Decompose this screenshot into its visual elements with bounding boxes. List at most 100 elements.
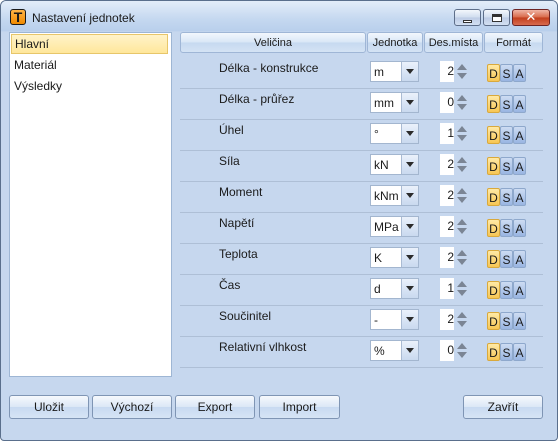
spin-down-icon[interactable]: [457, 103, 467, 111]
chevron-down-icon[interactable]: [401, 341, 418, 360]
format-d-button[interactable]: D: [487, 250, 500, 268]
format-d-button[interactable]: D: [487, 126, 500, 144]
close-window-button[interactable]: ✕: [512, 9, 550, 26]
quantity-label: Teplota: [219, 247, 258, 261]
chevron-down-icon[interactable]: [401, 62, 418, 81]
format-a-button[interactable]: A: [513, 312, 526, 330]
spin-down-icon[interactable]: [457, 289, 467, 297]
unit-select[interactable]: MPa: [370, 216, 419, 237]
chevron-down-icon[interactable]: [401, 124, 418, 143]
format-d-button[interactable]: D: [487, 64, 500, 82]
spin-up-icon[interactable]: [457, 63, 467, 71]
format-d-button[interactable]: D: [487, 188, 500, 206]
unit-select[interactable]: mm: [370, 92, 419, 113]
decimals-value[interactable]: 2: [440, 309, 454, 330]
save-button[interactable]: Uložit: [9, 395, 89, 419]
format-a-button[interactable]: A: [513, 188, 526, 206]
unit-select[interactable]: °: [370, 123, 419, 144]
spin-up-icon[interactable]: [457, 187, 467, 195]
decimals-value[interactable]: 2: [440, 61, 454, 82]
chevron-down-icon[interactable]: [401, 279, 418, 298]
spin-down-icon[interactable]: [457, 351, 467, 359]
export-button[interactable]: Export: [175, 395, 255, 419]
format-s-button[interactable]: S: [500, 281, 513, 299]
format-d-button[interactable]: D: [487, 157, 500, 175]
spin-down-icon[interactable]: [457, 320, 467, 328]
unit-select[interactable]: K: [370, 247, 419, 268]
format-a-button[interactable]: A: [513, 281, 526, 299]
spin-up-icon[interactable]: [457, 125, 467, 133]
title-bar[interactable]: T Nastavení jednotek ✕: [1, 1, 557, 31]
unit-select[interactable]: d: [370, 278, 419, 299]
sidebar-item-0[interactable]: Hlavní: [11, 34, 168, 54]
spin-down-icon[interactable]: [457, 165, 467, 173]
unit-select[interactable]: kNm: [370, 185, 419, 206]
format-a-button[interactable]: A: [513, 219, 526, 237]
spin-up-icon[interactable]: [457, 280, 467, 288]
decimals-value[interactable]: 1: [440, 123, 454, 144]
chevron-down-icon[interactable]: [401, 93, 418, 112]
unit-value: kN: [374, 158, 389, 172]
format-d-button[interactable]: D: [487, 343, 500, 361]
sidebar-item-2[interactable]: Výsledky: [10, 76, 171, 96]
spin-up-icon[interactable]: [457, 156, 467, 164]
decimals-value[interactable]: 2: [440, 154, 454, 175]
format-s-button[interactable]: S: [500, 312, 513, 330]
column-header-unit[interactable]: Jednotka: [367, 32, 423, 53]
format-s-button[interactable]: S: [500, 250, 513, 268]
chevron-down-icon[interactable]: [401, 248, 418, 267]
spin-up-icon[interactable]: [457, 342, 467, 350]
format-s-button[interactable]: S: [500, 95, 513, 113]
minimize-button[interactable]: [454, 9, 481, 26]
chevron-down-icon[interactable]: [401, 155, 418, 174]
unit-select[interactable]: %: [370, 340, 419, 361]
close-button[interactable]: Zavřít: [463, 395, 543, 419]
spin-down-icon[interactable]: [457, 258, 467, 266]
spin-up-icon[interactable]: [457, 311, 467, 319]
import-button[interactable]: Import: [259, 395, 340, 419]
decimals-value[interactable]: 2: [440, 247, 454, 268]
format-s-button[interactable]: S: [500, 64, 513, 82]
format-s-button[interactable]: S: [500, 219, 513, 237]
format-d-button[interactable]: D: [487, 312, 500, 330]
sidebar-item-1[interactable]: Materiál: [10, 55, 171, 75]
column-header-quantity[interactable]: Veličina: [180, 32, 366, 53]
format-s-button[interactable]: S: [500, 126, 513, 144]
format-s-button[interactable]: S: [500, 157, 513, 175]
column-header-format[interactable]: Formát: [484, 32, 543, 53]
maximize-button[interactable]: [483, 9, 510, 26]
quantity-label: Relativní vlhkost: [219, 340, 307, 354]
format-d-button[interactable]: D: [487, 219, 500, 237]
spin-down-icon[interactable]: [457, 227, 467, 235]
unit-select[interactable]: kN: [370, 154, 419, 175]
format-a-button[interactable]: A: [513, 157, 526, 175]
table-row: Moment kNm 2 D S A: [180, 181, 543, 213]
format-a-button[interactable]: A: [513, 126, 526, 144]
default-button[interactable]: Výchozí: [92, 395, 172, 419]
spin-down-icon[interactable]: [457, 72, 467, 80]
format-s-button[interactable]: S: [500, 343, 513, 361]
format-d-button[interactable]: D: [487, 281, 500, 299]
spin-up-icon[interactable]: [457, 218, 467, 226]
format-d-button[interactable]: D: [487, 95, 500, 113]
chevron-down-icon[interactable]: [401, 186, 418, 205]
unit-select[interactable]: m: [370, 61, 419, 82]
spin-down-icon[interactable]: [457, 134, 467, 142]
decimals-value[interactable]: 2: [440, 185, 454, 206]
format-a-button[interactable]: A: [513, 343, 526, 361]
format-s-button[interactable]: S: [500, 188, 513, 206]
decimals-value[interactable]: 0: [440, 92, 454, 113]
chevron-down-icon[interactable]: [401, 310, 418, 329]
format-a-button[interactable]: A: [513, 95, 526, 113]
format-a-button[interactable]: A: [513, 250, 526, 268]
format-a-button[interactable]: A: [513, 64, 526, 82]
chevron-down-icon[interactable]: [401, 217, 418, 236]
spin-up-icon[interactable]: [457, 94, 467, 102]
spin-down-icon[interactable]: [457, 196, 467, 204]
decimals-value[interactable]: 2: [440, 216, 454, 237]
decimals-value[interactable]: 0: [440, 340, 454, 361]
decimals-value[interactable]: 1: [440, 278, 454, 299]
spin-up-icon[interactable]: [457, 249, 467, 257]
column-header-decimals[interactable]: Des.místa: [424, 32, 483, 53]
unit-select[interactable]: -: [370, 309, 419, 330]
